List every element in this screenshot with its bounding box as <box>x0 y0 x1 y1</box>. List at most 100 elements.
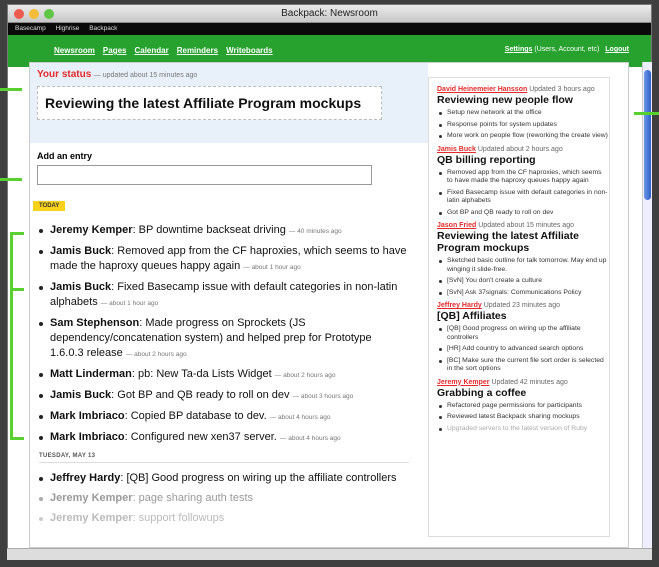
list-item: [SvN] Ask 37signals: Communications Poli… <box>437 289 609 298</box>
entry-time: — 40 minutes ago <box>288 228 342 235</box>
add-entry-label: Add an entry <box>37 151 93 161</box>
vertical-scrollbar[interactable] <box>642 62 652 548</box>
list-item: Refactored page permissions for particip… <box>437 402 609 411</box>
product-link-highrise[interactable]: Highrise <box>56 25 80 32</box>
list-item: Removed app from the CF haproxies, which… <box>437 169 609 186</box>
entry-time: — about 2 hours ago <box>125 351 187 358</box>
entry-time: — about 1 hour ago <box>243 264 301 271</box>
entry-time: — about 1 hour ago <box>100 300 159 307</box>
list-item: Mark Imbriaco: Configured new xen37 serv… <box>37 430 407 446</box>
list-item: Jamis Buck: Removed app from the CF hapr… <box>37 244 407 275</box>
list-item: [SvN] You don't create a culture <box>437 277 609 286</box>
list-item: Reviewed latest Backpack sharing mockups <box>437 413 609 422</box>
list-item: Got BP and QB ready to roll on dev <box>437 209 609 218</box>
person-link[interactable]: Jeffrey Hardy <box>437 302 482 309</box>
callout-bracket <box>10 232 13 440</box>
scrollbar-thumb[interactable] <box>644 70 651 200</box>
list-item: Setup new network at the office <box>437 109 609 118</box>
status-header: Your status — updated about 15 minutes a… <box>37 69 197 80</box>
callout-marker <box>0 178 22 181</box>
team-status-sidebar: David Heinemeier Hansson Updated 3 hours… <box>428 77 610 537</box>
list-item: Upgraded servers to the latest version o… <box>437 425 609 434</box>
entry-author[interactable]: Jamis Buck <box>50 245 111 257</box>
newsroom-panel: Your status — updated about 15 minutes a… <box>29 62 629 548</box>
entry-time: — about 3 hours ago <box>292 393 354 400</box>
status-group: Jason Fried Updated about 15 minutes ago… <box>437 222 609 297</box>
close-window-icon[interactable] <box>14 9 24 19</box>
entry-author[interactable]: Matt Linderman <box>50 368 132 380</box>
group-title: Grabbing a coffee <box>437 386 527 399</box>
nav-reminders[interactable]: Reminders <box>177 46 218 55</box>
status-area: Your status — updated about 15 minutes a… <box>30 63 428 143</box>
status-group: Jeffrey Hardy Updated 23 minutes ago [QB… <box>437 302 609 374</box>
callout-marker <box>10 232 24 235</box>
product-link-backpack[interactable]: Backpack <box>89 25 117 32</box>
status-group: Jamis Buck Updated about 2 hours ago QB … <box>437 146 609 218</box>
bottom-edge <box>7 548 652 560</box>
person-link[interactable]: David Heinemeier Hansson <box>437 86 527 93</box>
group-title: Reviewing new people flow <box>437 94 573 106</box>
person-link[interactable]: Jason Fried <box>437 222 476 229</box>
entry-author[interactable]: Jeremy Kemper <box>50 492 133 504</box>
status-updated: — updated about 15 minutes ago <box>93 72 198 79</box>
list-item: Jamis Buck: Fixed Basecamp issue with de… <box>37 280 407 311</box>
group-updated: Updated about 2 hours ago <box>477 145 563 153</box>
callout-marker <box>10 288 24 291</box>
nav-pages[interactable]: Pages <box>103 46 127 55</box>
person-link[interactable]: Jamis Buck <box>437 146 476 153</box>
entry-time: — about 4 hours ago <box>279 435 341 442</box>
settings-note: (Users, Account, etc) <box>534 46 600 53</box>
entry-text: : [QB] Good progress on wiring up the af… <box>120 472 397 484</box>
person-link[interactable]: Jeremy Kemper <box>437 379 490 386</box>
zoom-window-icon[interactable] <box>44 9 54 19</box>
window-controls <box>14 9 54 19</box>
entry-author[interactable]: Jeremy Kemper <box>50 224 133 236</box>
entry-author[interactable]: Sam Stephenson <box>50 317 139 329</box>
group-updated: Updated 42 minutes ago <box>491 378 568 386</box>
callout-marker <box>10 437 24 440</box>
entry-author[interactable]: Jamis Buck <box>50 281 111 293</box>
list-item: Response points for system updates <box>437 121 609 130</box>
group-title: Reviewing the latest Affiliate Program m… <box>437 230 579 254</box>
list-item: Sam Stephenson: Made progress on Sprocke… <box>37 316 407 362</box>
group-title: [QB] Affiliates <box>437 310 507 322</box>
settings-link[interactable]: Settings <box>505 46 533 53</box>
logout-link[interactable]: Logout <box>605 46 629 53</box>
list-item: Jeremy Kemper: page sharing auth tests <box>37 491 407 506</box>
list-item: Jeremy Kemper: support followups <box>37 511 407 526</box>
window-title: Backpack: Newsroom <box>281 8 378 19</box>
group-updated: Updated 3 hours ago <box>529 86 595 93</box>
list-item: Sketched basic outline for talk tomorrow… <box>437 257 609 274</box>
today-entries: Jeremy Kemper: BP downtime backseat driv… <box>37 223 407 451</box>
status-text[interactable]: Reviewing the latest Affiliate Program m… <box>37 86 382 120</box>
list-item: [HR] Add country to advanced search opti… <box>437 345 609 354</box>
tuesday-entries: Jeffrey Hardy: [QB] Good progress on wir… <box>37 471 407 531</box>
list-item: Matt Linderman: pb: New Ta-da Lists Widg… <box>37 367 407 383</box>
list-item: More work on people flow (reworking the … <box>437 132 609 141</box>
nav-calendar[interactable]: Calendar <box>134 46 168 55</box>
entry-author[interactable]: Mark Imbriaco <box>50 410 125 422</box>
list-item: Jeremy Kemper: BP downtime backseat driv… <box>37 223 407 239</box>
group-title: QB billing reporting <box>437 153 536 166</box>
add-entry-input[interactable] <box>37 165 372 185</box>
entry-author[interactable]: Jeffrey Hardy <box>50 472 120 484</box>
list-item: Mark Imbriaco: Copied BP database to dev… <box>37 409 407 425</box>
entry-text: : Got BP and QB ready to roll on dev <box>111 389 290 401</box>
entry-author[interactable]: Jeremy Kemper <box>50 512 133 524</box>
minimize-window-icon[interactable] <box>29 9 39 19</box>
entry-text: : pb: New Ta-da Lists Widget <box>131 368 272 380</box>
entry-text: : support followups <box>132 512 225 524</box>
nav-newsroom[interactable]: Newsroom <box>54 46 95 55</box>
callout-marker <box>0 88 22 91</box>
callout-marker <box>634 112 659 115</box>
entry-author[interactable]: Jamis Buck <box>50 389 111 401</box>
product-link-basecamp[interactable]: Basecamp <box>15 25 46 32</box>
list-item: Jamis Buck: Got BP and QB ready to roll … <box>37 388 407 404</box>
list-item: [BC] Make sure the current file sort ord… <box>437 357 609 374</box>
day-label: TUESDAY, MAY 13 <box>39 453 409 463</box>
entry-author[interactable]: Mark Imbriaco <box>50 431 125 443</box>
nav-writeboards[interactable]: Writeboards <box>226 46 273 55</box>
product-bar: Basecamp Highrise Backpack <box>8 23 651 35</box>
group-updated: Updated about 15 minutes ago <box>478 222 574 229</box>
status-group: David Heinemeier Hansson Updated 3 hours… <box>437 86 609 141</box>
